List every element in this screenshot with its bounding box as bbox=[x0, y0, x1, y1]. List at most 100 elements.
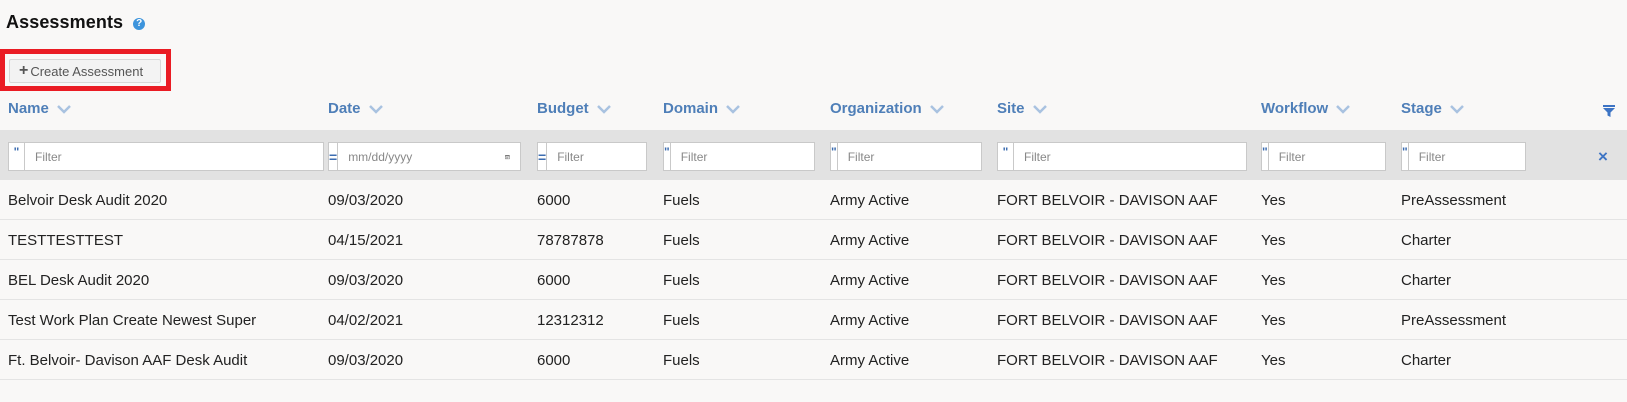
column-header-label: Budget bbox=[537, 100, 589, 117]
filter-site: " bbox=[997, 142, 1247, 171]
column-header-workflow[interactable]: Workflow bbox=[1261, 100, 1351, 117]
filter-stage-input[interactable] bbox=[1408, 143, 1576, 170]
column-header-stage[interactable]: Stage bbox=[1401, 100, 1464, 117]
cell-budget: 6000 bbox=[537, 272, 571, 289]
chevron-down-icon bbox=[929, 104, 944, 114]
cell-date: 09/03/2020 bbox=[328, 352, 404, 369]
filter-organization: " bbox=[830, 142, 1005, 171]
cell-date: 09/03/2020 bbox=[328, 272, 404, 289]
filter-budget: = bbox=[537, 142, 715, 171]
filter-stage: " bbox=[1401, 142, 1576, 171]
cell-name: Belvoir Desk Audit 2020 bbox=[8, 192, 168, 209]
table-body: Belvoir Desk Audit 2020 09/03/2020 6000 … bbox=[0, 180, 1627, 380]
page-title: Assessments bbox=[6, 12, 124, 32]
filter-domain-input[interactable] bbox=[670, 143, 838, 170]
cell-stage: PreAssessment bbox=[1401, 312, 1507, 329]
filter-organization-input[interactable] bbox=[837, 143, 1005, 170]
calendar-icon[interactable] bbox=[505, 151, 510, 163]
cell-budget: 6000 bbox=[537, 192, 571, 209]
filter-operator-button[interactable]: " bbox=[1262, 143, 1269, 170]
filter-site-input[interactable] bbox=[1014, 143, 1246, 170]
cell-workflow: Yes bbox=[1261, 192, 1286, 209]
chevron-down-icon bbox=[1336, 104, 1351, 114]
filter-name: " bbox=[8, 142, 324, 171]
table-row[interactable]: Belvoir Desk Audit 2020 09/03/2020 6000 … bbox=[0, 180, 1627, 220]
chevron-down-icon bbox=[1032, 104, 1047, 114]
cell-organization: Army Active bbox=[830, 352, 910, 369]
column-header-label: Site bbox=[997, 100, 1025, 117]
column-header-label: Date bbox=[328, 100, 361, 117]
filter-date: = bbox=[328, 142, 521, 171]
filter-date-input[interactable] bbox=[338, 143, 506, 170]
cell-name: Ft. Belvoir- Davison AAF Desk Audit bbox=[8, 352, 248, 369]
table-row[interactable]: TESTTESTTEST 04/15/2021 78787878 Fuels A… bbox=[0, 220, 1627, 260]
column-header-label: Domain bbox=[663, 100, 719, 117]
table-row[interactable]: Test Work Plan Create Newest Super 04/02… bbox=[0, 300, 1627, 340]
filter-operator-button[interactable]: " bbox=[664, 143, 671, 170]
cell-site: FORT BELVOIR - DAVISON AAF bbox=[997, 232, 1218, 249]
cell-name: TESTTESTTEST bbox=[8, 232, 124, 249]
column-header-organization[interactable]: Organization bbox=[830, 100, 944, 117]
cell-budget: 12312312 bbox=[537, 312, 604, 329]
cell-domain: Fuels bbox=[663, 192, 700, 209]
column-header-label: Workflow bbox=[1261, 100, 1329, 117]
filter-operator-button[interactable]: " bbox=[9, 143, 25, 170]
cell-organization: Army Active bbox=[830, 192, 910, 209]
table-row[interactable]: Ft. Belvoir- Davison AAF Desk Audit 09/0… bbox=[0, 340, 1627, 380]
plus-icon: + bbox=[19, 62, 29, 79]
filter-operator-button[interactable]: = bbox=[538, 143, 548, 170]
cell-domain: Fuels bbox=[663, 232, 700, 249]
cell-organization: Army Active bbox=[830, 312, 910, 329]
create-assessment-label: Create Assessment bbox=[30, 63, 144, 79]
cell-domain: Fuels bbox=[663, 312, 700, 329]
cell-name: Test Work Plan Create Newest Super bbox=[8, 312, 257, 329]
column-header-name[interactable]: Name bbox=[8, 100, 71, 117]
column-header-label: Organization bbox=[830, 100, 922, 117]
column-header-domain[interactable]: Domain bbox=[663, 100, 740, 117]
column-header-date[interactable]: Date bbox=[328, 100, 383, 117]
create-assessment-button[interactable]: + Create Assessment bbox=[9, 59, 161, 83]
cell-workflow: Yes bbox=[1261, 352, 1286, 369]
column-header-site[interactable]: Site bbox=[997, 100, 1047, 117]
cell-domain: Fuels bbox=[663, 352, 700, 369]
cell-stage: PreAssessment bbox=[1401, 192, 1507, 209]
cell-budget: 6000 bbox=[537, 352, 571, 369]
cell-name: BEL Desk Audit 2020 bbox=[8, 272, 150, 289]
help-icon[interactable]: ? bbox=[133, 17, 146, 30]
chevron-down-icon bbox=[368, 104, 383, 114]
chevron-down-icon bbox=[56, 104, 71, 114]
column-header-label: Stage bbox=[1401, 100, 1442, 117]
table-header: Name Date Budget Domain Organization Sit… bbox=[0, 96, 1627, 126]
cell-date: 09/03/2020 bbox=[328, 192, 404, 209]
cell-workflow: Yes bbox=[1261, 312, 1286, 329]
column-header-label: Name bbox=[8, 100, 49, 117]
cell-stage: Charter bbox=[1401, 352, 1452, 369]
cell-organization: Army Active bbox=[830, 232, 910, 249]
table-row[interactable]: BEL Desk Audit 2020 09/03/2020 6000 Fuel… bbox=[0, 260, 1627, 300]
close-icon[interactable]: × bbox=[1598, 148, 1608, 165]
cell-workflow: Yes bbox=[1261, 272, 1286, 289]
filter-name-input[interactable] bbox=[25, 143, 323, 170]
filter-operator-button[interactable]: " bbox=[831, 143, 838, 170]
cell-date: 04/15/2021 bbox=[328, 232, 404, 249]
cell-domain: Fuels bbox=[663, 272, 700, 289]
cell-organization: Army Active bbox=[830, 272, 910, 289]
chevron-down-icon bbox=[1449, 104, 1464, 114]
filter-row: " = = " " " " " bbox=[0, 130, 1627, 180]
chevron-down-icon bbox=[726, 104, 740, 114]
filter-operator-button[interactable]: " bbox=[1402, 143, 1409, 170]
cell-site: FORT BELVOIR - DAVISON AAF bbox=[997, 272, 1218, 289]
cell-site: FORT BELVOIR - DAVISON AAF bbox=[997, 192, 1218, 209]
cell-date: 04/02/2021 bbox=[328, 312, 404, 329]
cell-site: FORT BELVOIR - DAVISON AAF bbox=[997, 312, 1218, 329]
cell-site: FORT BELVOIR - DAVISON AAF bbox=[997, 352, 1218, 369]
cell-stage: Charter bbox=[1401, 232, 1452, 249]
column-header-budget[interactable]: Budget bbox=[537, 100, 611, 117]
filter-domain: " bbox=[663, 142, 838, 171]
filter-operator-button[interactable]: " bbox=[998, 143, 1014, 170]
chevron-down-icon bbox=[596, 104, 611, 114]
funnel-icon[interactable] bbox=[1602, 104, 1616, 118]
page-header: Assessments ? bbox=[6, 12, 146, 33]
filter-operator-button[interactable]: = bbox=[329, 143, 339, 170]
cell-workflow: Yes bbox=[1261, 232, 1286, 249]
